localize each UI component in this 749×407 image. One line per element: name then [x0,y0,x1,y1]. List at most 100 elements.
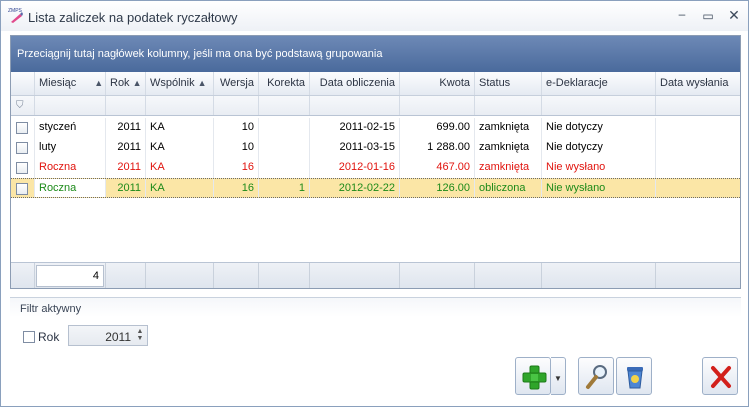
cell-wspolnik: KA [146,138,214,158]
column-header-wspolnik[interactable]: Wspólnik ▲ [146,72,214,95]
cell-wspolnik: KA [146,179,214,197]
filter-cell-data-wyslania[interactable] [656,96,740,115]
column-header-e-deklaracje[interactable]: e-Deklaracje [542,72,656,95]
cell-data-wyslania [656,158,740,178]
cell-data-wyslania [656,118,740,138]
title-bar: ZMPS Lista zaliczek na podatek ryczałtow… [1,1,748,31]
add-button[interactable] [515,357,551,395]
cell-korekta [259,158,310,178]
summary-cell [214,263,259,288]
filter-cell-data-obliczenia[interactable] [310,96,400,115]
row-checkbox[interactable] [16,122,28,134]
column-header-miesiac[interactable]: Miesiąc ▲ [35,72,106,95]
rok-input[interactable]: 2011 ▲ ▼ [68,325,148,346]
column-header-korekta[interactable]: Korekta [259,72,310,95]
row-checkbox-cell [11,179,35,197]
svg-text:ZMPS: ZMPS [8,8,23,14]
cell-data-obliczenia: 2012-01-16 [310,158,400,178]
cell-rok: 2011 [106,158,146,178]
maximize-button[interactable]: ▭ [700,9,716,23]
filter-cell-korekta[interactable] [259,96,310,115]
cell-wspolnik: KA [146,118,214,138]
sort-asc-icon: ▲ [132,78,142,88]
window-title: Lista zaliczek na podatek ryczałtowy [28,10,238,25]
spinner-icon[interactable]: ▲ ▼ [135,328,145,342]
sort-asc-icon: ▲ [197,78,207,88]
filter-cell-kwota[interactable] [400,96,475,115]
column-header-data-wyslania[interactable]: Data wysłania [656,72,740,95]
rok-checkbox[interactable] [23,331,35,343]
search-button[interactable] [578,357,614,395]
column-header-kwota[interactable]: Kwota [400,72,475,95]
summary-cell [106,263,146,288]
close-button[interactable] [702,357,738,395]
table-row-selected[interactable]: Roczna 2011 KA 16 1 2012-02-22 126.00 ob… [11,178,740,198]
row-checkbox[interactable] [16,142,28,154]
add-dropdown-button[interactable]: ▼ [551,357,566,395]
cell-wersja: 16 [214,158,259,178]
cell-korekta: 1 [259,179,310,197]
row-checkbox-cell [11,118,35,138]
minimize-button[interactable]: ‒ [674,7,690,21]
rok-label: Rok [38,330,60,344]
cell-data-wyslania [656,179,740,197]
header-checkbox-column [11,72,35,95]
delete-button[interactable] [616,357,652,395]
window-close-button[interactable]: ✕ [726,7,742,24]
column-header-data-obliczenia[interactable]: Data obliczenia [310,72,400,95]
trash-icon [627,367,643,389]
filter-cell-miesiac[interactable] [35,96,106,115]
grid-header-row: Miesiąc ▲ Rok ▲ Wspólnik ▲ Wersja Korekta D… [11,72,740,96]
row-checkbox-cell [11,158,35,178]
column-header-wersja[interactable]: Wersja [214,72,259,95]
column-header-rok[interactable]: Rok ▲ [106,72,146,95]
sort-asc-icon: ▲ [94,78,104,88]
filter-cell-wersja[interactable] [214,96,259,115]
cell-e-deklaracje: Nie dotyczy [542,118,656,138]
summary-cell [310,263,400,288]
cell-miesiac: Roczna [35,179,106,197]
cell-kwota: 126.00 [400,179,475,197]
filter-cell-wspolnik[interactable] [146,96,214,115]
chevron-down-icon: ▼ [554,374,562,383]
cell-status: obliczona [475,179,542,197]
filter-cell-status[interactable] [475,96,542,115]
table-row[interactable]: styczeń 2011 KA 10 2011-02-15 699.00 zam… [11,118,740,138]
grid-summary-row: 4 [11,262,740,288]
cell-wersja: 16 [214,179,259,197]
group-by-area[interactable]: Przeciągnij tutaj nagłówek kolumny, jeśl… [11,36,740,72]
filter-cell-rok[interactable] [106,96,146,115]
filter-cell-e-deklaracje[interactable] [542,96,656,115]
row-checkbox[interactable] [16,162,28,174]
row-checkbox[interactable] [16,183,28,195]
cell-status: zamknięta [475,158,542,178]
table-row[interactable]: Roczna 2011 KA 16 2012-01-16 467.00 zamk… [11,158,740,178]
cell-data-obliczenia: 2012-02-22 [310,179,400,197]
cell-kwota: 467.00 [400,158,475,178]
cell-korekta [259,118,310,138]
cell-rok: 2011 [106,118,146,138]
row-checkbox-cell [11,138,35,158]
cell-kwota: 1 288.00 [400,138,475,158]
app-icon: ZMPS [8,8,23,23]
cell-status: zamknięta [475,118,542,138]
cell-wersja: 10 [214,118,259,138]
summary-cell [475,263,542,288]
cell-e-deklaracje: Nie wysłano [542,158,656,178]
grid-rows: styczeń 2011 KA 10 2011-02-15 699.00 zam… [11,118,740,258]
table-row[interactable]: luty 2011 KA 10 2011-03-15 1 288.00 zamk… [11,138,740,158]
cell-status: zamknięta [475,138,542,158]
column-header-status[interactable]: Status [475,72,542,95]
summary-cell [400,263,475,288]
plus-icon [522,365,547,390]
cell-korekta [259,138,310,158]
filter-panel-title[interactable]: Filtr aktywny [10,297,741,317]
row-count: 4 [36,265,104,287]
filter-cell [11,96,35,115]
cell-kwota: 699.00 [400,118,475,138]
cell-miesiac: luty [35,138,106,158]
data-grid: Przeciągnij tutaj nagłówek kolumny, jeśl… [10,35,741,289]
main-window: ZMPS Lista zaliczek na podatek ryczałtow… [0,0,749,407]
summary-cell [656,263,740,288]
cell-miesiac: Roczna [35,158,106,178]
